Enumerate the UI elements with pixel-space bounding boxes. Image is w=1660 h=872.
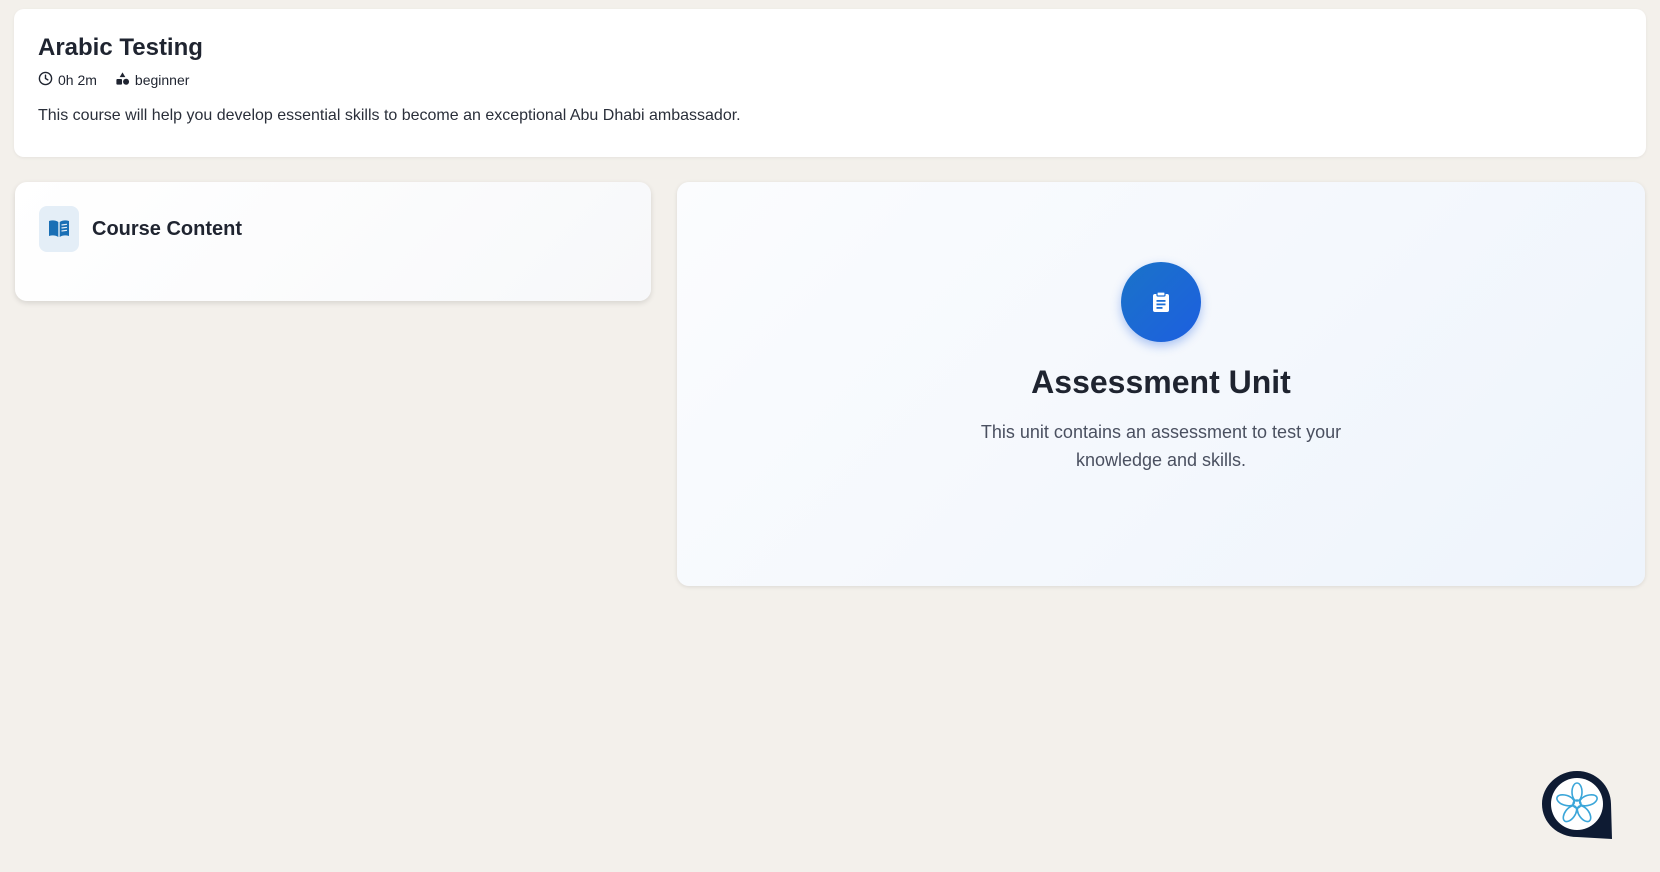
shapes-icon — [115, 71, 135, 89]
course-description: This course will help you develop essent… — [38, 107, 741, 124]
course-duration-text: 0h 2m — [58, 72, 97, 88]
course-header-card: Arabic Testing 0h 2m beginner This cours… — [14, 9, 1646, 157]
chat-assistant-icon — [1542, 771, 1612, 839]
assessment-description: This unit contains an assessment to test… — [980, 422, 1342, 470]
clipboard-icon — [1121, 262, 1201, 342]
course-title: Arabic Testing — [38, 34, 203, 61]
course-level-text: beginner — [134, 72, 190, 88]
course-content-header: Course Content — [39, 206, 627, 252]
course-meta: 0h 2m beginner — [38, 71, 1622, 89]
course-duration: 0h 2m — [38, 71, 97, 89]
assessment-unit-panel: Assessment Unit This unit contains an as… — [677, 182, 1645, 586]
course-content-title: Course Content — [92, 217, 242, 240]
book-icon — [39, 206, 79, 252]
course-level: beginner — [115, 71, 190, 89]
clock-icon — [38, 71, 58, 89]
course-content-panel: Course Content — [15, 182, 651, 301]
assessment-title: Assessment Unit — [1031, 364, 1291, 400]
chat-assistant-button[interactable] — [1541, 770, 1613, 840]
